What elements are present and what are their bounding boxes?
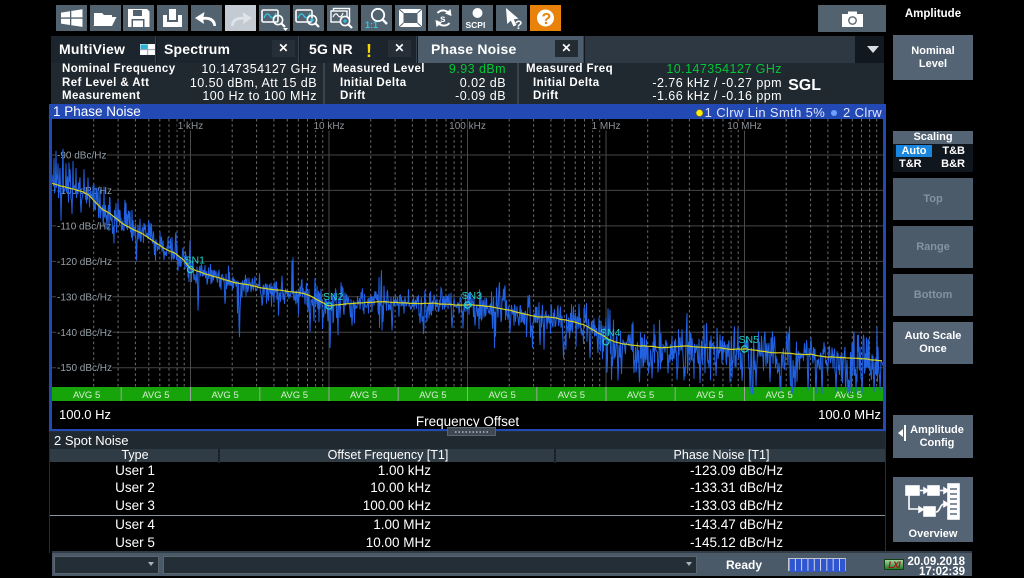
svg-text:AVG 5: AVG 5 [765, 389, 792, 400]
svg-text:AVG 5: AVG 5 [696, 389, 723, 400]
svg-text:AVG 5: AVG 5 [558, 389, 585, 400]
svg-text:AVG 5: AVG 5 [73, 389, 100, 400]
svg-text:AVG 5: AVG 5 [350, 389, 377, 400]
svg-text:10 kHz: 10 kHz [313, 121, 344, 132]
svg-text:SCPI: SCPI [466, 20, 486, 30]
svg-text:?: ? [542, 11, 552, 28]
svg-text:-140 dBc/Hz: -140 dBc/Hz [57, 327, 112, 338]
svg-text:AVG 5: AVG 5 [211, 389, 238, 400]
svg-text:?: ? [515, 18, 522, 31]
svg-text:SN5: SN5 [739, 334, 760, 346]
svg-text:AVG 5: AVG 5 [627, 389, 654, 400]
svg-text:-130 dBc/Hz: -130 dBc/Hz [57, 292, 112, 303]
svg-text:100 kHz: 100 kHz [449, 121, 486, 132]
svg-text:AVG 5: AVG 5 [488, 389, 515, 400]
svg-text:s: s [440, 14, 446, 25]
svg-text:SN4: SN4 [600, 326, 621, 338]
svg-text:SN3: SN3 [462, 290, 483, 302]
svg-text:-90 dBc/Hz: -90 dBc/Hz [57, 150, 106, 161]
svg-text:1 kHz: 1 kHz [178, 121, 204, 132]
svg-text:-120 dBc/Hz: -120 dBc/Hz [57, 256, 112, 267]
svg-text:-150 dBc/Hz: -150 dBc/Hz [57, 363, 112, 374]
svg-text:SN2: SN2 [323, 291, 344, 303]
svg-text:SN1: SN1 [185, 254, 206, 266]
svg-text:AVG 5: AVG 5 [142, 389, 169, 400]
svg-text:AVG 5: AVG 5 [281, 389, 308, 400]
svg-text:1 MHz: 1 MHz [592, 121, 621, 132]
svg-text:AVG 5: AVG 5 [419, 389, 446, 400]
svg-text:10 MHz: 10 MHz [727, 121, 761, 132]
svg-text:1:1: 1:1 [365, 20, 378, 30]
